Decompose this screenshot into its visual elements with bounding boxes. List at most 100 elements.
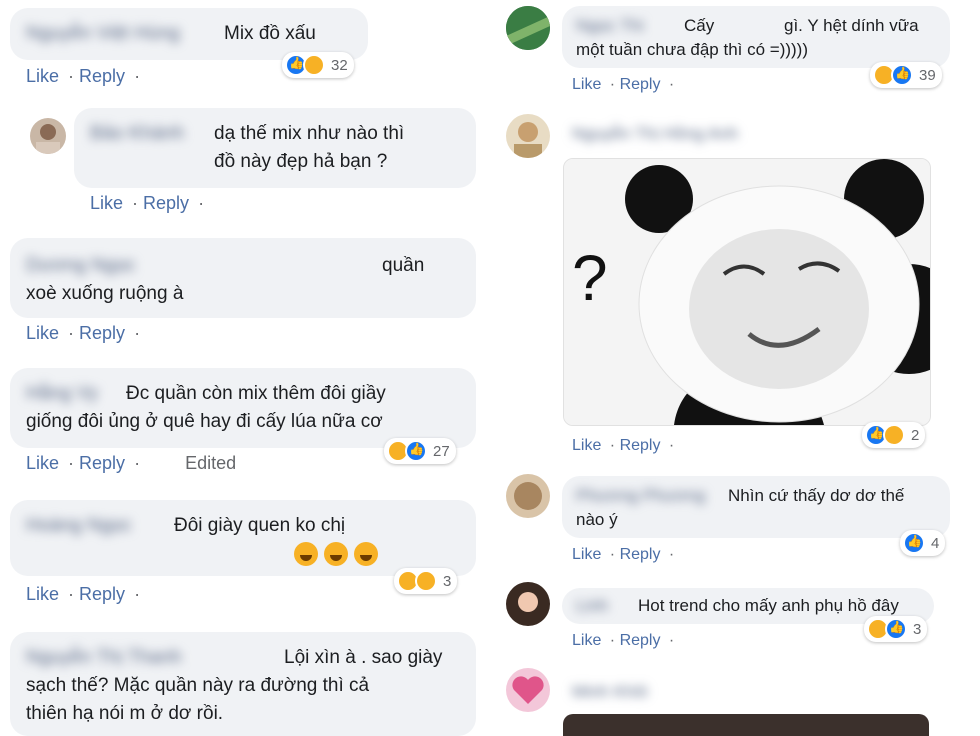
comment-bubble: Hằng Vy Đc quần còn mix thêm đôi giầy gi… xyxy=(10,368,476,448)
commenter-name[interactable]: Hoàng Ngọc xyxy=(26,512,132,540)
panda-meme-image[interactable]: ? xyxy=(563,158,931,426)
comment-text: Đc quần còn mix thêm đôi giầy xyxy=(126,383,386,404)
laughing-emoji-icon xyxy=(354,541,378,566)
avatar-icon xyxy=(506,6,550,50)
like-reaction-icon xyxy=(903,532,925,554)
haha-reaction-icon xyxy=(303,54,325,76)
commenter-name[interactable]: Hằng Vy xyxy=(26,380,98,408)
like-link[interactable]: Like xyxy=(572,76,601,93)
reaction-summary[interactable]: 4 xyxy=(900,530,946,556)
reply-link[interactable]: Reply xyxy=(620,437,661,454)
comment-bubble: Ngọc Thi Cấy gì. Y hệt dính vữa một tuần… xyxy=(562,6,950,68)
reaction-count: 3 xyxy=(913,620,922,638)
like-link[interactable]: Like xyxy=(26,453,59,473)
like-link[interactable]: Like xyxy=(90,193,123,213)
column-divider xyxy=(488,0,489,736)
comment-text: Mix đồ xấu xyxy=(224,23,316,44)
comment-text: xoè xuống ruộng à xyxy=(26,283,184,304)
comment-text: Cấy xyxy=(684,16,715,35)
commenter-avatar[interactable] xyxy=(30,118,66,154)
comment-actions: Like · Reply · xyxy=(572,437,675,454)
partial-image-preview[interactable] xyxy=(563,714,929,736)
reaction-count: 3 xyxy=(443,572,452,590)
wow-reaction-icon xyxy=(415,570,437,592)
like-link[interactable]: Like xyxy=(572,437,601,454)
reply-link[interactable]: Reply xyxy=(143,193,189,213)
reaction-summary[interactable]: 27 xyxy=(384,438,456,464)
commenter-name[interactable]: Nguyễn Việt Hùng xyxy=(26,20,180,48)
comment-text: thiên hạ nói m ở dơ rồi. xyxy=(26,703,224,724)
avatar-icon xyxy=(36,124,60,154)
haha-reaction-icon xyxy=(883,424,905,446)
reaction-count: 2 xyxy=(911,426,920,444)
comment-text: giống đôi ủng ở quê hay đi cấy lúa nữa c… xyxy=(26,411,383,432)
like-link[interactable]: Like xyxy=(572,632,601,649)
like-link[interactable]: Like xyxy=(26,584,59,604)
comment-actions: Like · Reply · xyxy=(26,584,141,604)
reaction-count: 32 xyxy=(331,56,348,74)
reaction-summary[interactable]: 3 xyxy=(864,616,928,642)
panda-face-icon xyxy=(564,159,930,425)
reaction-count: 39 xyxy=(919,66,936,84)
comment-actions: Like · Reply · xyxy=(90,193,205,213)
reply-link[interactable]: Reply xyxy=(79,453,125,473)
commenter-avatar[interactable] xyxy=(506,668,550,712)
commenter-name[interactable]: Linh xyxy=(576,594,608,618)
comment-actions: Like · Reply · xyxy=(26,323,141,343)
comment-actions: Like · Reply · xyxy=(572,76,675,93)
comment-text: Đôi giày quen ko chị xyxy=(174,515,346,536)
comment-text: một tuần chưa đập thì có =))))) xyxy=(576,40,809,59)
comment-text: sạch thế? Mặc quần này ra đường thì cả xyxy=(26,675,370,696)
heart-avatar-icon xyxy=(512,676,544,704)
reaction-summary[interactable]: 32 xyxy=(282,52,354,78)
inline-emoji-row xyxy=(294,540,384,568)
commenter-name[interactable]: Bảo Khánh xyxy=(90,120,184,148)
commenter-avatar[interactable] xyxy=(506,6,550,50)
like-link[interactable]: Like xyxy=(572,546,601,563)
reaction-summary[interactable]: 39 xyxy=(870,62,942,88)
question-mark: ? xyxy=(572,242,608,314)
reaction-summary[interactable]: 2 xyxy=(862,422,926,448)
reply-link[interactable]: Reply xyxy=(620,546,661,563)
reply-link[interactable]: Reply xyxy=(620,632,661,649)
laughing-emoji-icon xyxy=(294,541,318,566)
commenter-name[interactable]: Ngọc Thi xyxy=(576,14,644,38)
like-link[interactable]: Like xyxy=(26,323,59,343)
reaction-count: 4 xyxy=(931,534,940,552)
commenter-name[interactable]: Phương Phương xyxy=(576,484,705,508)
reaction-count: 27 xyxy=(433,442,450,460)
avatar-icon xyxy=(514,122,542,158)
commenter-name[interactable]: Dương Ngọc xyxy=(26,252,136,280)
like-reaction-icon xyxy=(885,618,907,640)
comment-bubble: Bảo Khánh dạ thế mix như nào thì đồ này … xyxy=(74,108,476,188)
comment-text: Hot trend cho mấy anh phụ hồ đây xyxy=(638,596,899,615)
comment-bubble: Hoàng Ngọc Đôi giày quen ko chị xyxy=(10,500,476,576)
comment-actions: Like · Reply · Edited xyxy=(26,453,237,473)
comment-text: Lội xìn à . sao giày xyxy=(284,647,443,668)
commenter-name[interactable]: Nguyễn Thị Thanh xyxy=(26,644,182,672)
comment-bubble: Phương Phương Nhìn cứ thấy dơ dơ thế nào… xyxy=(562,476,950,538)
comment-text: quần xyxy=(382,255,425,276)
commenter-name[interactable]: Nguyễn Thị Hồng Anh xyxy=(572,124,738,144)
comment-text: Nhìn cứ thấy dơ dơ thế xyxy=(728,486,905,505)
reply-link[interactable]: Reply xyxy=(79,66,125,86)
comment-text: nào ý xyxy=(576,510,618,529)
like-reaction-icon xyxy=(405,440,427,462)
comment-text: đồ này đẹp hả bạn ? xyxy=(214,151,388,172)
comment-actions: Like · Reply · xyxy=(26,66,141,86)
reply-link[interactable]: Reply xyxy=(79,584,125,604)
comment-bubble: Dương Ngọc quần xoè xuống ruộng à xyxy=(10,238,476,318)
avatar-icon xyxy=(518,592,538,612)
reaction-summary[interactable]: 3 xyxy=(394,568,458,594)
like-reaction-icon xyxy=(891,64,913,86)
like-link[interactable]: Like xyxy=(26,66,59,86)
commenter-avatar[interactable] xyxy=(506,582,550,626)
comment-bubble: Nguyễn Thị Thanh Lội xìn à . sao giày sạ… xyxy=(10,632,476,736)
reply-link[interactable]: Reply xyxy=(79,323,125,343)
commenter-name[interactable]: Minh Khôi xyxy=(572,682,648,702)
edited-label: Edited xyxy=(185,453,237,473)
reply-link[interactable]: Reply xyxy=(620,76,661,93)
commenter-avatar[interactable] xyxy=(506,474,550,518)
commenter-avatar[interactable] xyxy=(506,114,550,158)
comment-text: dạ thế mix như nào thì xyxy=(214,123,405,144)
